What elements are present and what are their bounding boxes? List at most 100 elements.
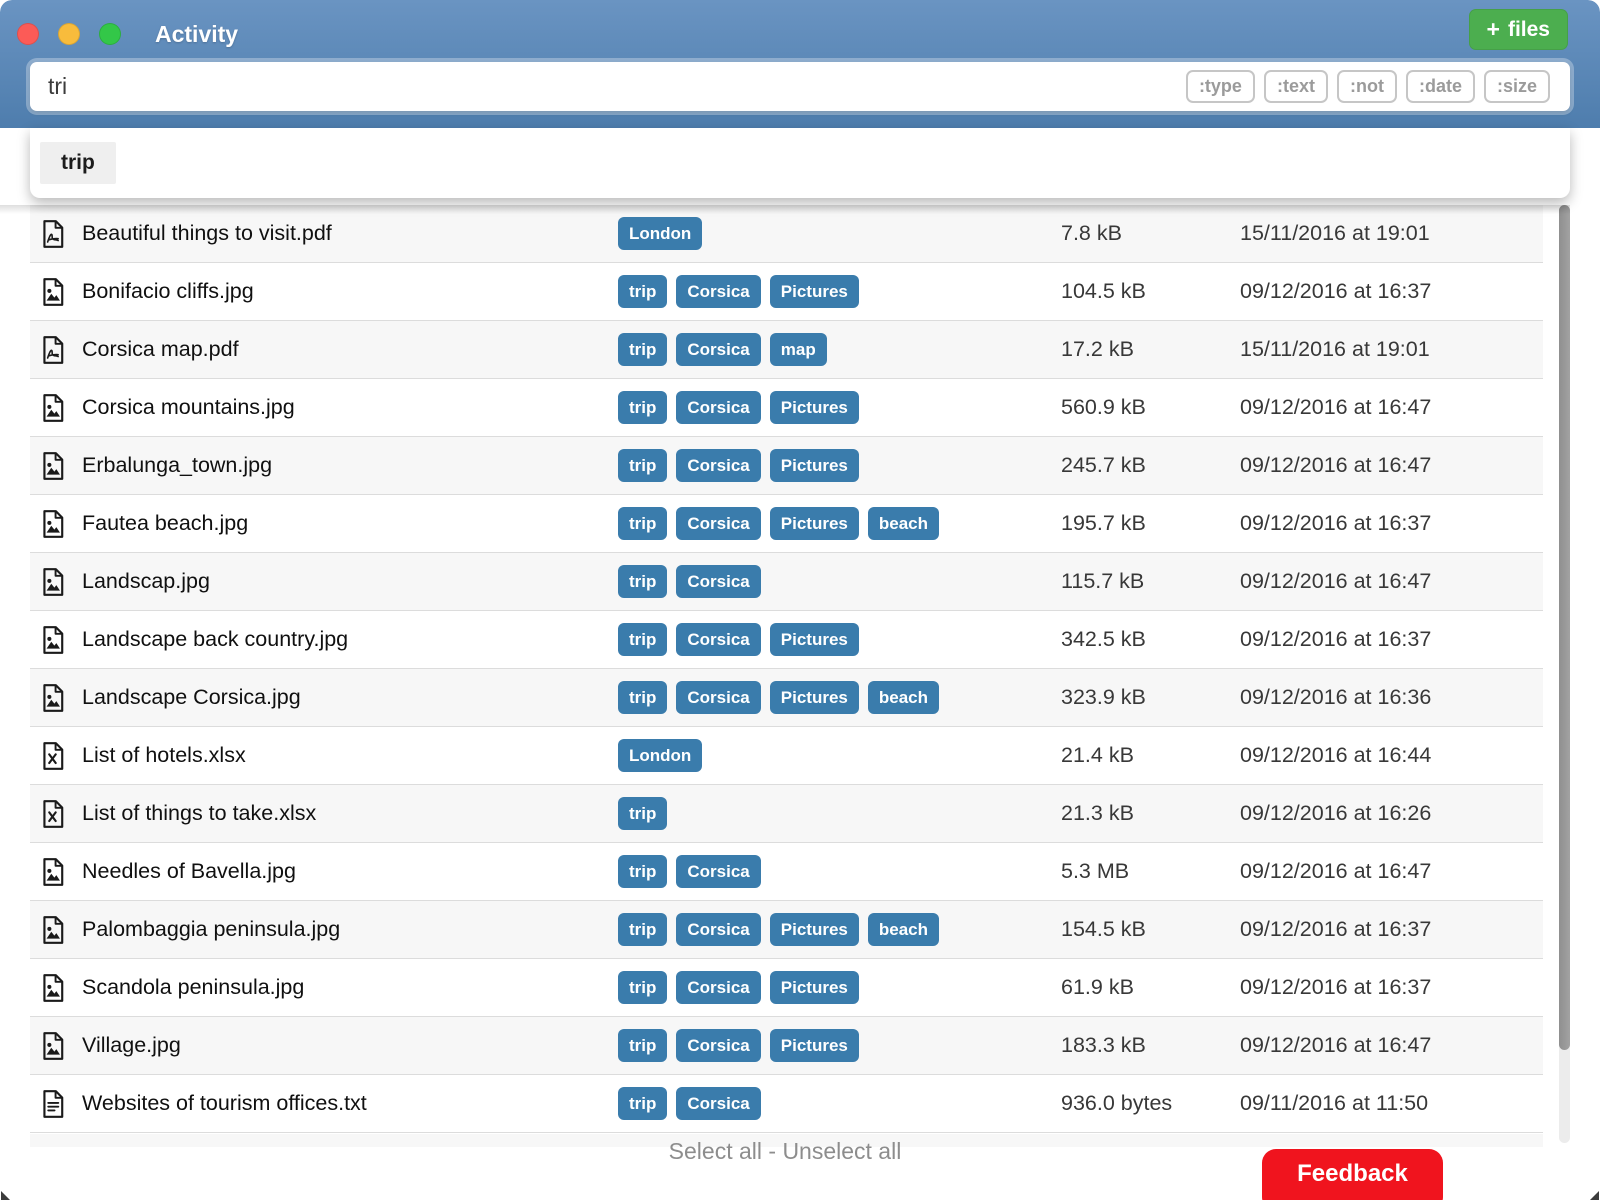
- add-files-button[interactable]: + files: [1469, 9, 1568, 50]
- footer-separator: -: [768, 1138, 782, 1164]
- tag-beach[interactable]: beach: [868, 913, 939, 946]
- zoom-window-button[interactable]: [99, 23, 121, 45]
- file-row[interactable]: Corsica map.pdf tripCorsicamap 17.2 kB 1…: [30, 321, 1543, 379]
- tag-trip[interactable]: trip: [618, 681, 667, 714]
- tag-trip[interactable]: trip: [618, 623, 667, 656]
- tag-pictures[interactable]: Pictures: [770, 971, 859, 1004]
- tag-pictures[interactable]: Pictures: [770, 623, 859, 656]
- tag-corsica[interactable]: Corsica: [676, 391, 760, 424]
- autocomplete-suggestion-trip[interactable]: trip: [40, 142, 116, 184]
- filter-button-date[interactable]: :date: [1406, 70, 1475, 104]
- filter-button-not[interactable]: :not: [1337, 70, 1397, 104]
- scrollbar-thumb[interactable]: [1559, 205, 1570, 1050]
- file-size: 936.0 bytes: [1061, 1091, 1240, 1116]
- file-row[interactable]: Village.jpg trip Corsica Pictures 183.3 kB…: [30, 1017, 1543, 1075]
- file-tags: trip Corsica Pictures beach: [618, 507, 1061, 540]
- file-row[interactable]: Bonifacio cliffs.jpg trip Corsica Pictures…: [30, 263, 1543, 321]
- tag-trip[interactable]: trip: [618, 391, 667, 424]
- tag-corsica[interactable]: Corsica: [676, 275, 760, 308]
- file-name: Village.jpg: [82, 1033, 618, 1058]
- tag-beach[interactable]: beach: [868, 507, 939, 540]
- tag-beach[interactable]: beach: [868, 681, 939, 714]
- app-window: Activity + files :type:text:not:date:siz…: [0, 0, 1600, 1200]
- file-row[interactable]: Corsica mountains.jpg tripCorsicaPicture…: [30, 379, 1543, 437]
- unselect-all-link[interactable]: Unselect all: [782, 1138, 901, 1164]
- file-size: 183.3 kB: [1061, 1033, 1240, 1058]
- file-row[interactable]: Beautiful things to visit.pdf London 7.8…: [30, 205, 1543, 263]
- file-row[interactable]: Landscape Corsica.jpg trip Corsica Picture…: [30, 669, 1543, 727]
- search-input[interactable]: [30, 62, 1130, 111]
- tag-trip[interactable]: trip: [618, 1029, 667, 1062]
- tag-trip[interactable]: trip: [618, 797, 667, 830]
- tag-trip[interactable]: trip: [618, 333, 667, 366]
- tag-pictures[interactable]: Pictures: [770, 913, 859, 946]
- tag-trip[interactable]: trip: [618, 565, 667, 598]
- resize-grip-left[interactable]: [1, 1191, 10, 1200]
- file-date: 09/12/2016 at 16:37: [1240, 511, 1543, 536]
- filter-button-type[interactable]: :type: [1186, 70, 1255, 104]
- file-row[interactable]: Erbalunga_town.jpg tripCorsicaPictures 2…: [30, 437, 1543, 495]
- tag-corsica[interactable]: Corsica: [676, 855, 760, 888]
- resize-grip-right[interactable]: [1590, 1191, 1599, 1200]
- file-size: 104.5 kB: [1061, 279, 1240, 304]
- close-window-button[interactable]: [17, 23, 39, 45]
- file-row[interactable]: List of hotels.xlsx London 21.4 kB 09/12…: [30, 727, 1543, 785]
- tag-corsica[interactable]: Corsica: [676, 1087, 760, 1120]
- tag-trip[interactable]: trip: [618, 913, 667, 946]
- file-date: 09/12/2016 at 16:37: [1240, 975, 1543, 1000]
- file-row[interactable]: Scandola peninsula.jpg tripCorsicaPictur…: [30, 959, 1543, 1017]
- file-size: 323.9 kB: [1061, 685, 1240, 710]
- image-file-icon: [40, 683, 66, 713]
- filter-button-text[interactable]: :text: [1264, 70, 1328, 104]
- select-all-link[interactable]: Select all: [669, 1138, 762, 1164]
- file-date: 15/11/2016 at 19:01: [1240, 221, 1543, 246]
- file-tags: trip Corsica Pictures beach: [618, 913, 1061, 946]
- tag-pictures[interactable]: Pictures: [770, 681, 859, 714]
- file-row[interactable]: Palombaggia peninsula.jpg trip Corsica Pic…: [30, 901, 1543, 959]
- tag-london[interactable]: London: [618, 217, 702, 250]
- file-name: Bonifacio cliffs.jpg: [82, 279, 618, 304]
- tag-corsica[interactable]: Corsica: [676, 681, 760, 714]
- file-name: Palombaggia peninsula.jpg: [82, 917, 618, 942]
- file-size: 560.9 kB: [1061, 395, 1240, 420]
- file-row[interactable]: List of things to take.xlsx trip 21.3 kB…: [30, 785, 1543, 843]
- filter-button-size[interactable]: :size: [1484, 70, 1550, 104]
- search-bar: :type :text :not :date :size: [30, 62, 1570, 111]
- tag-pictures[interactable]: Pictures: [770, 1029, 859, 1062]
- tag-corsica[interactable]: Corsica: [676, 623, 760, 656]
- file-row[interactable]: Needles of Bavella.jpg tripCorsica 5.3 M…: [30, 843, 1543, 901]
- file-name: List of things to take.xlsx: [82, 801, 618, 826]
- file-name: Landscape Corsica.jpg: [82, 685, 618, 710]
- file-row[interactable]: Fautea beach.jpg tripCorsicaPicturesbeac…: [30, 495, 1543, 553]
- tag-corsica[interactable]: Corsica: [676, 565, 760, 598]
- tag-trip[interactable]: trip: [618, 1087, 667, 1120]
- file-tags: trip Corsica: [618, 1087, 1061, 1120]
- file-row[interactable]: Landscap.jpg tripCorsica 115.7 kB 09/12/…: [30, 553, 1543, 611]
- file-row[interactable]: Websites of tourism offices.txt tripCors…: [30, 1075, 1543, 1133]
- file-size: 61.9 kB: [1061, 975, 1240, 1000]
- tag-corsica[interactable]: Corsica: [676, 1029, 760, 1062]
- minimize-window-button[interactable]: [58, 23, 80, 45]
- file-date: 09/12/2016 at 16:37: [1240, 279, 1543, 304]
- tag-london[interactable]: London: [618, 739, 702, 772]
- tag-trip[interactable]: trip: [618, 855, 667, 888]
- tag-corsica[interactable]: Corsica: [676, 507, 760, 540]
- tag-map[interactable]: map: [770, 333, 827, 366]
- tag-corsica[interactable]: Corsica: [676, 449, 760, 482]
- tag-trip[interactable]: trip: [618, 971, 667, 1004]
- tag-trip[interactable]: trip: [618, 275, 667, 308]
- tag-pictures[interactable]: Pictures: [770, 507, 859, 540]
- tag-pictures[interactable]: Pictures: [770, 449, 859, 482]
- tag-pictures[interactable]: Pictures: [770, 391, 859, 424]
- tag-trip[interactable]: trip: [618, 449, 667, 482]
- file-row[interactable]: Landscape back country.jpg tripCorsicaPi…: [30, 611, 1543, 669]
- tag-corsica[interactable]: Corsica: [676, 913, 760, 946]
- feedback-button[interactable]: Feedback: [1262, 1149, 1443, 1200]
- tag-corsica[interactable]: Corsica: [676, 971, 760, 1004]
- add-files-label: files: [1508, 18, 1550, 42]
- file-date: 09/12/2016 at 16:47: [1240, 453, 1543, 478]
- tag-trip[interactable]: trip: [618, 507, 667, 540]
- tag-corsica[interactable]: Corsica: [676, 333, 760, 366]
- file-size: 7.8 kB: [1061, 221, 1240, 246]
- tag-pictures[interactable]: Pictures: [770, 275, 859, 308]
